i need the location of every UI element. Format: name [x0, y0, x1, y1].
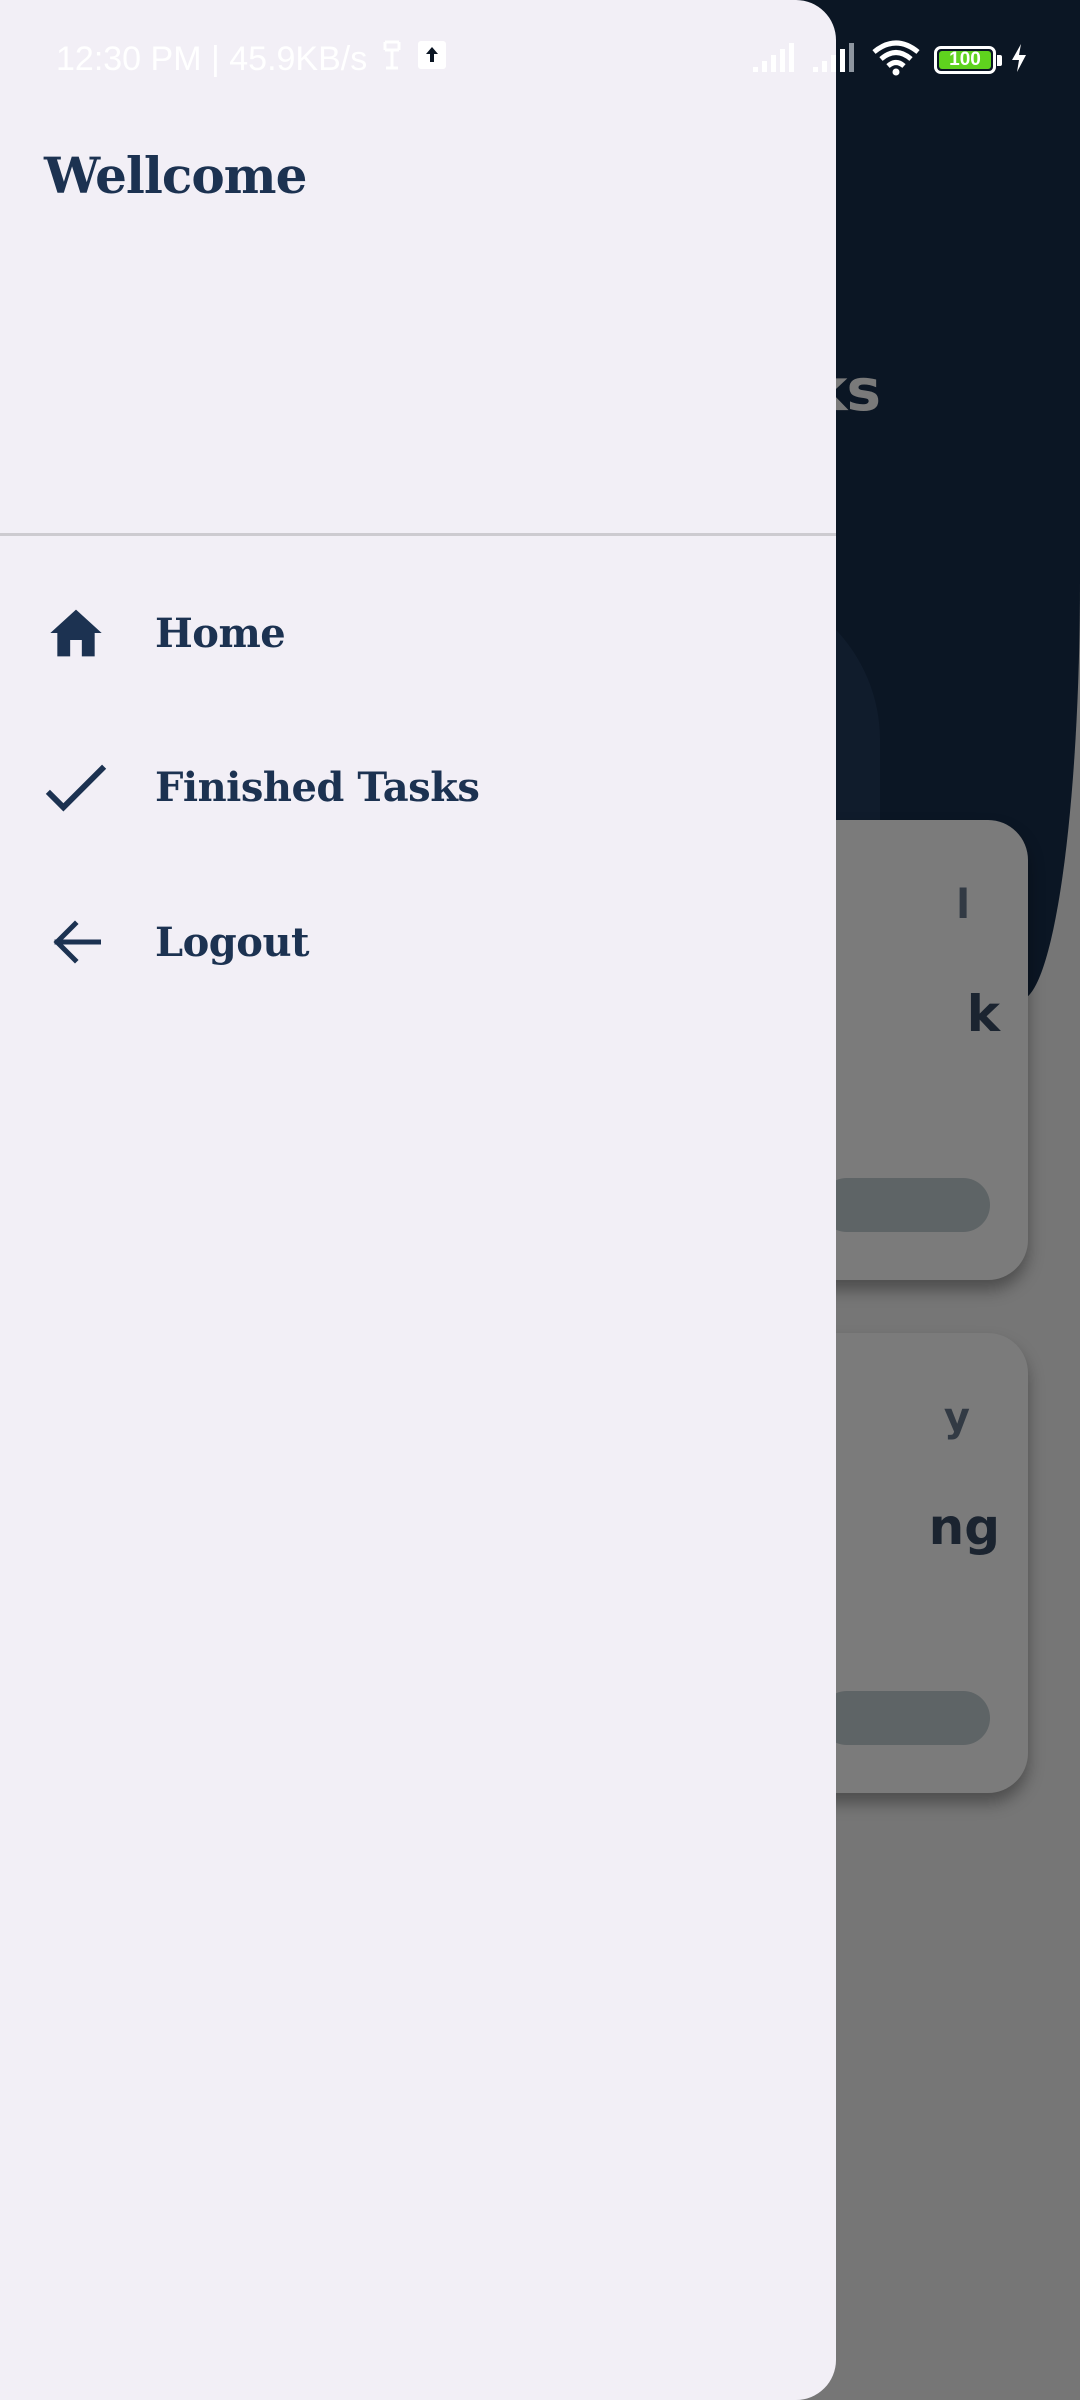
drawer-item-label: Home — [155, 609, 286, 657]
task-card-label: y — [943, 1395, 970, 1441]
check-icon — [44, 755, 108, 819]
battery-icon: 100 — [934, 46, 1002, 74]
app-screen: ks l k y ng Wellcome Home Finished Tasks… — [0, 0, 1080, 2400]
drawer-item-logout[interactable]: Logout — [0, 882, 836, 1002]
drawer-item-label: Logout — [155, 918, 310, 966]
signal-icon — [812, 43, 858, 77]
task-card-button — [820, 1691, 990, 1745]
drawer-title: Wellcome — [44, 146, 307, 205]
task-card-label: l — [956, 882, 970, 928]
status-bar: 12:30 PM | 45.9KB/s 100 — [0, 0, 1080, 124]
navigation-drawer: Wellcome Home Finished Tasks Logout — [0, 0, 836, 2400]
wifi-icon — [872, 40, 920, 80]
home-icon — [44, 601, 108, 665]
battery-level: 100 — [939, 49, 991, 70]
drawer-item-label: Finished Tasks — [155, 763, 480, 811]
arrow-left-icon — [44, 910, 108, 974]
upload-icon — [417, 40, 447, 79]
drawer-item-home[interactable]: Home — [0, 573, 836, 693]
status-right: 100 — [752, 40, 1028, 80]
drawer-item-finished-tasks[interactable]: Finished Tasks — [0, 727, 836, 847]
task-card-button — [820, 1178, 990, 1232]
signal-icon — [752, 43, 798, 77]
notification-icon — [379, 38, 405, 81]
status-left: 12:30 PM | 45.9KB/s — [56, 38, 447, 81]
status-time-speed: 12:30 PM | 45.9KB/s — [56, 40, 368, 78]
charging-icon — [1010, 43, 1028, 77]
